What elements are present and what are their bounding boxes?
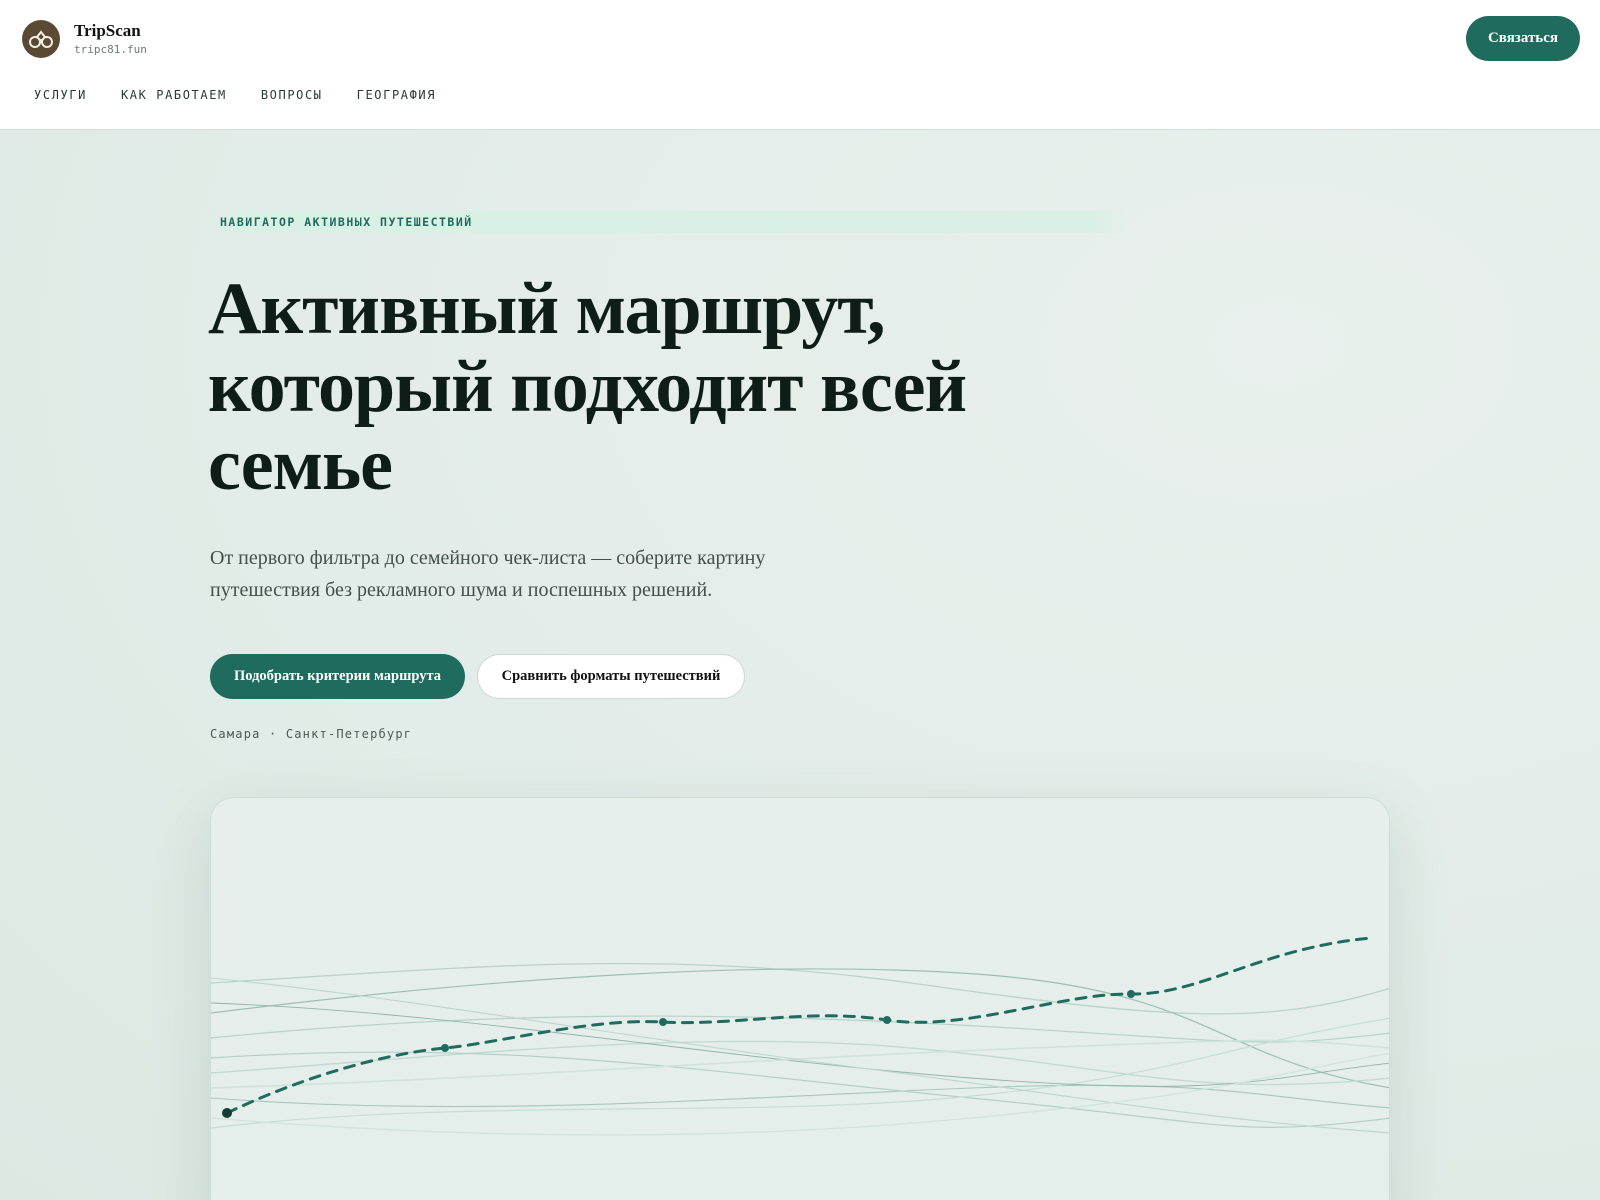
decor-wave [211, 1040, 1389, 1086]
decor-wave [211, 1039, 1389, 1089]
hero-eyebrow: НАВИГАТОР АКТИВНЫХ ПУТЕШЕСТВИЙ [210, 211, 1130, 233]
eyebrow-label: НАВИГАТОР АКТИВНЫХ ПУТЕШЕСТВИЙ [220, 215, 473, 229]
nav-item-services[interactable]: УСЛУГИ [34, 88, 87, 102]
decor-wave [211, 1052, 1389, 1136]
route-point [883, 1016, 891, 1024]
route-point [659, 1018, 667, 1026]
brand-link[interactable]: TripScan tripc81.fun [22, 20, 147, 58]
route-point [1127, 990, 1135, 998]
contact-button[interactable]: Связаться [1466, 16, 1580, 61]
brand-domain: tripc81.fun [74, 42, 147, 56]
main-nav: УСЛУГИ КАК РАБОТАЕМ ВОПРОСЫ ГЕОГРАФИЯ [34, 88, 436, 102]
nav-item-how-we-work[interactable]: КАК РАБОТАЕМ [121, 88, 227, 102]
headline-line-2: который подходит всей [208, 346, 967, 428]
route-illustration [211, 936, 1389, 1136]
route-line [225, 936, 1373, 1115]
route-point [441, 1044, 449, 1052]
page-title: Активный маршрут, который подходит всей … [208, 270, 1168, 504]
cities-list: Самара · Санкт-Петербург [210, 727, 413, 741]
headline-line-3: семье [208, 424, 393, 506]
headline-line-1: Активный маршрут, [208, 268, 886, 350]
nav-item-questions[interactable]: ВОПРОСЫ [261, 88, 323, 102]
decor-wave [211, 968, 1389, 1089]
binoculars-icon [22, 20, 60, 58]
compare-formats-button[interactable]: Сравнить форматы путешествий [477, 654, 745, 699]
lead-line-1: От первого фильтра до семейного чек-лист… [210, 547, 766, 569]
route-start-point [222, 1108, 232, 1118]
hero-lead: От первого фильтра до семейного чек-лист… [210, 542, 830, 606]
decor-wave [211, 1084, 1389, 1109]
pick-route-criteria-button[interactable]: Подобрать критерии маршрута [210, 654, 465, 699]
decor-wave [211, 1017, 1389, 1129]
route-illustration-card [210, 797, 1390, 1200]
decor-wave [211, 962, 1389, 1015]
brand-name: TripScan [74, 21, 141, 41]
nav-item-geography[interactable]: ГЕОГРАФИЯ [357, 88, 436, 102]
site-header: TripScan tripc81.fun Связаться УСЛУГИ КА… [0, 0, 1600, 130]
lead-line-2: путешествия без рекламного шума и поспеш… [210, 579, 713, 601]
